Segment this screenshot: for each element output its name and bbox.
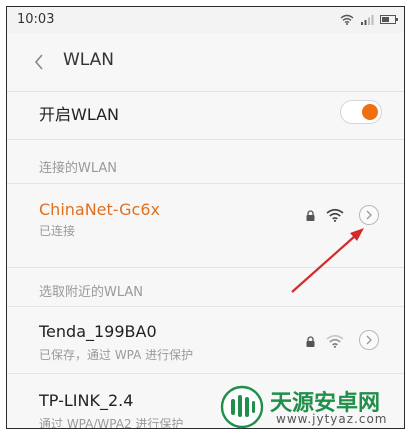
title-bar: WLAN [7,33,404,92]
watermark-logo-icon [220,385,264,429]
switch-knob [362,104,378,120]
connected-network-row[interactable]: ChinaNet-Gc6x 已连接 [7,184,404,246]
divider [7,139,404,140]
wifi-icon [340,14,354,25]
status-time: 10:03 [17,12,55,27]
network-name: TP-LINK_2.4 [39,391,134,410]
status-bar: 10:03 [7,7,404,33]
network-details-button[interactable] [359,330,379,350]
connected-network-name: ChinaNet-Gc6x [39,200,160,219]
signal-icon [361,14,374,25]
wlan-toggle-switch[interactable] [340,100,382,124]
wlan-toggle-row[interactable]: 开启WLAN [7,91,404,135]
network-status: 通过 WPA/WPA2 进行保护 [39,417,184,429]
back-button[interactable] [27,49,51,75]
wifi-signal-icon [326,208,344,222]
battery-level [382,16,389,22]
phone-screen: 10:03 WLAN 开启WLAN 连接的WLAN ChinaNet-Gc6x … [6,6,405,429]
chevron-right-icon [366,210,372,220]
chevron-left-icon [34,54,43,70]
watermark: 天源安卓网 www.jytyaz.com [218,383,398,429]
lock-icon [306,336,315,347]
network-row-tenda[interactable]: Tenda_199BA0 已保存，通过 WPA 进行保护 [7,307,404,371]
battery-icon [380,14,398,24]
lock-icon [306,210,315,221]
network-status: 已保存，通过 WPA 进行保护 [39,348,194,362]
wifi-signal-icon [326,334,344,348]
chevron-right-icon [366,335,372,345]
connected-section-heading: 连接的WLAN [39,161,118,176]
page-title: WLAN [63,50,115,70]
watermark-url: www.jytyaz.com [276,412,388,426]
nearby-section-heading: 选取附近的WLAN [39,285,144,300]
connected-network-status: 已连接 [39,224,76,238]
divider [7,267,404,268]
network-details-button[interactable] [359,205,379,225]
status-icons [340,11,398,27]
wlan-toggle-label: 开启WLAN [39,105,120,124]
network-name: Tenda_199BA0 [39,322,157,341]
